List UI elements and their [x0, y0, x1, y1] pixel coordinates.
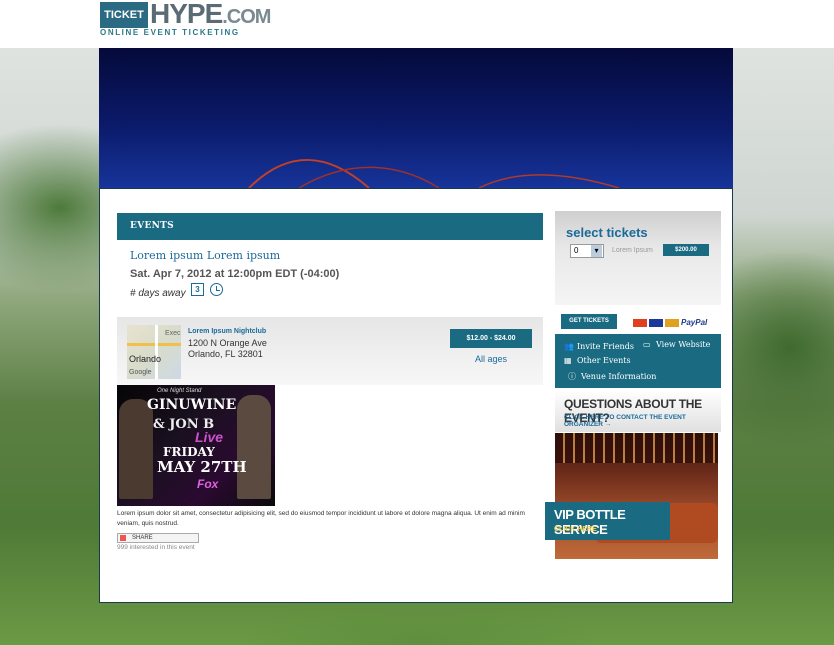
ticket-type-name: Lorem Ipsum	[612, 247, 653, 254]
venue-box: Exec Orlando Google Lorem Ipsum Nightclu…	[117, 317, 543, 385]
venue-address: 1200 N Orange Ave Orlando, FL 32801	[188, 338, 267, 360]
venue-information-link[interactable]: ⓘ Venue Information	[568, 371, 656, 382]
interested-count: 999 interested in this event	[117, 544, 195, 551]
address-line-1: 1200 N Orange Ave	[188, 338, 267, 348]
select-tickets-title: select tickets	[566, 225, 648, 240]
clock-icon[interactable]	[210, 283, 223, 296]
venue-name[interactable]: Lorem Ipsum Nightclub	[188, 328, 266, 335]
flyer-text: FRIDAY	[163, 445, 215, 459]
payment-methods: PayPal	[633, 318, 707, 327]
events-header-bar: EVENTS	[117, 213, 543, 240]
info-icon: ⓘ	[568, 372, 576, 381]
flyer-text: Live	[195, 429, 224, 445]
top-header: TICKET HYPE.COM ONLINE EVENT TICKETING	[0, 0, 834, 48]
event-title[interactable]: Lorem ipsum Lorem ipsum	[130, 249, 280, 262]
flyer-text: Fox	[197, 477, 219, 491]
event-date: Sat. Apr 7, 2012 at 12:00pm EDT (-04:00)	[130, 268, 340, 280]
tickethype-logo[interactable]: TICKET HYPE.COM ONLINE EVENT TICKETING	[100, 0, 271, 40]
invite-friends-link[interactable]: 👥 Invite Friends	[564, 342, 634, 351]
other-events-link[interactable]: ▦ Other Events	[564, 356, 631, 365]
mastercard-icon	[633, 318, 647, 327]
ticket-price: $200.00	[663, 244, 709, 256]
view-website-link[interactable]: ▭ View Website	[643, 340, 710, 349]
map-label-exec: Exec	[165, 330, 181, 337]
get-tickets-button[interactable]: GET TICKETS	[561, 314, 617, 329]
venue-map[interactable]: Exec Orlando Google	[127, 325, 181, 379]
select-tickets-box: select tickets 0 Lorem Ipsum $200.00	[555, 211, 721, 305]
event-links-box: 👥 Invite Friends ▭ View Website ▦ Other Eve…	[555, 334, 721, 388]
calendar-icon: ▦	[564, 356, 572, 365]
address-line-2: Orlando, FL 32801	[188, 349, 263, 359]
event-flyer-image: One Night Stand GINUWINE & JON B Live FR…	[117, 385, 275, 506]
flyer-person-left	[119, 399, 153, 499]
quantity-select[interactable]: 0	[570, 244, 604, 258]
logo-ticket-text: TICKET	[100, 2, 148, 28]
banner-swirl-graphic	[248, 158, 620, 188]
age-restriction: All ages	[474, 354, 508, 364]
vip-lights-graphic	[555, 433, 718, 463]
event-description: Lorem ipsum dolor sit amet, consectetur …	[117, 510, 525, 527]
contact-organizer-link[interactable]: CLICK HERE TO CONTACT THE EVENT ORGANIZE…	[564, 414, 721, 428]
event-panel: EVENTS Lorem ipsum Lorem ipsum Sat. Apr …	[99, 188, 733, 603]
hero-banner	[99, 48, 733, 188]
discover-icon	[665, 318, 679, 327]
vip-click-here[interactable]: CLICK HERE →	[554, 526, 606, 533]
vip-bottle-service-banner[interactable]	[555, 433, 718, 559]
map-label-city: Orlando	[129, 354, 162, 364]
monitor-icon: ▭	[643, 340, 651, 349]
paypal-logo: PayPal	[681, 318, 708, 327]
people-icon: 👥	[564, 342, 574, 351]
visa-icon	[649, 318, 663, 327]
checkout-row: GET TICKETS PayPal	[555, 312, 721, 334]
flyer-text: MAY 27TH	[157, 458, 247, 476]
vip-label[interactable]: VIP BOTTLE SERVICE CLICK HERE →	[545, 502, 670, 540]
flyer-text: One Night Stand	[157, 388, 202, 394]
calendar-icon[interactable]: 3	[191, 283, 204, 296]
share-button[interactable]: SHARE	[117, 533, 199, 543]
map-road	[127, 343, 181, 346]
logo-subtitle: ONLINE EVENT TICKETING	[100, 28, 240, 37]
days-away-text: # days away	[130, 288, 186, 299]
map-road	[155, 325, 158, 379]
map-google-label: Google	[129, 369, 152, 376]
logo-hype-text: HYPE.COM	[150, 0, 271, 29]
flyer-person-right	[237, 395, 271, 499]
questions-banner[interactable]: QUESTIONS ABOUT THE EVENT? CLICK HERE TO…	[555, 390, 721, 432]
price-range-button[interactable]: $12.00 - $24.00	[450, 329, 532, 348]
flyer-text: GINUWINE	[147, 397, 237, 413]
